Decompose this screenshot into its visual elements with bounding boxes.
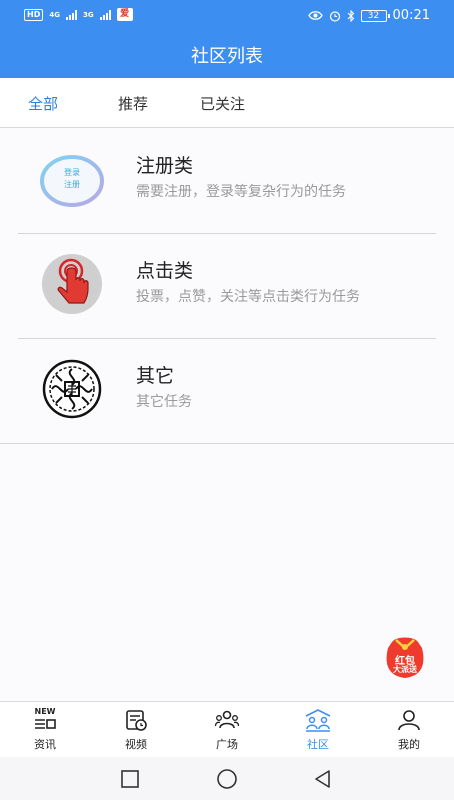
bottom-tab-label: 社区 [307, 738, 329, 751]
category-title: 点击类 [136, 260, 194, 282]
hand-tap-icon [40, 254, 104, 318]
status-bar: HD 4G 3G 爱 32 00:21 [0, 0, 454, 30]
category-item-other[interactable]: 其它 其它任务 [0, 339, 454, 444]
category-title: 注册类 [136, 155, 194, 177]
bottom-tab-news[interactable]: NEW 资讯 [0, 702, 90, 758]
category-title: 其它 [136, 365, 175, 387]
category-item-click[interactable]: 点击类 投票，点赞，关注等点击类行为任务 [0, 234, 454, 339]
eye-icon [307, 11, 323, 20]
category-item-register[interactable]: 登录 注册 注册类 需要注册，登录等复杂行为的任务 [0, 129, 454, 234]
bluetooth-icon [347, 9, 354, 22]
bottom-tab-profile[interactable]: 我的 [364, 702, 454, 758]
profile-icon [398, 710, 420, 731]
register-icon-text-2: 注册 [64, 180, 80, 189]
tab-all[interactable]: 全部 [28, 93, 58, 114]
category-description: 其它任务 [136, 394, 192, 410]
signal-icon-2 [99, 9, 111, 20]
community-icon [305, 709, 331, 732]
category-description: 投票，点赞，关注等点击类行为任务 [136, 289, 360, 305]
red-packet-button[interactable]: 红包 大派送 [382, 634, 428, 680]
bottom-tab-label: 视频 [125, 738, 147, 751]
register-icon-text-1: 登录 [64, 168, 80, 177]
battery-indicator: 32 [360, 9, 390, 22]
tab-bar: 全部 推荐 已关注 [0, 78, 454, 128]
status-left: HD 4G 3G 爱 [24, 8, 133, 21]
hd-badge: HD [24, 8, 44, 21]
category-description: 需要注册，登录等复杂行为的任务 [136, 184, 346, 200]
notification-app-icon: 爱 [116, 8, 133, 21]
network-type-secondary: 3G [82, 10, 94, 19]
bottom-tab-label: 资讯 [34, 738, 56, 751]
recent-apps-icon[interactable] [119, 768, 141, 790]
tab-followed[interactable]: 已关注 [200, 93, 245, 114]
news-icon: NEW [33, 707, 57, 732]
app-header: HD 4G 3G 爱 32 00:21 社区列表 [0, 0, 454, 78]
red-packet-label-2: 大派送 [393, 665, 417, 674]
tab-recommended[interactable]: 推荐 [118, 93, 148, 114]
bottom-tab-video[interactable]: 视频 [91, 702, 181, 758]
system-nav-bar [0, 757, 454, 800]
category-list: 登录 注册 注册类 需要注册，登录等复杂行为的任务 点击类 投票，点赞，关注等点… [0, 129, 454, 444]
ornament-seal-icon [40, 359, 104, 423]
home-icon[interactable] [216, 768, 238, 790]
people-icon [215, 710, 239, 729]
bottom-tab-bar: NEW 资讯 视频 广场 社区 我的 [0, 701, 454, 757]
bottom-tab-label: 我的 [398, 738, 420, 751]
status-right: 32 00:21 [307, 8, 430, 23]
video-icon [126, 710, 147, 731]
divider [0, 443, 454, 444]
bottom-tab-square[interactable]: 广场 [182, 702, 272, 758]
status-time: 00:21 [392, 8, 430, 23]
back-icon[interactable] [312, 768, 334, 790]
page-title: 社区列表 [191, 46, 263, 67]
signal-icon [65, 9, 77, 20]
register-login-icon: 登录 注册 [40, 149, 104, 213]
bottom-tab-community[interactable]: 社区 [273, 702, 363, 758]
alarm-icon [329, 10, 340, 22]
network-type-primary: 4G [49, 10, 60, 19]
bottom-tab-label: 广场 [216, 738, 238, 751]
